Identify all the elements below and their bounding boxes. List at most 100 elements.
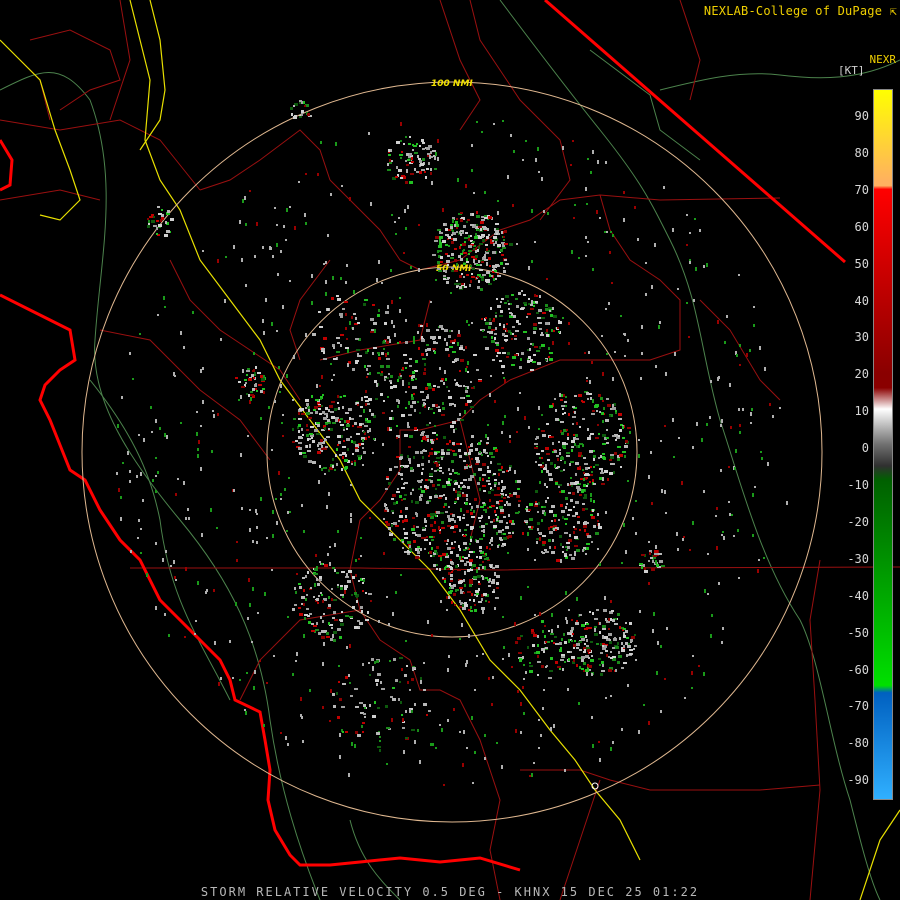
velocity-echo-pixel [340, 316, 343, 318]
velocity-echo-pixel [509, 467, 511, 471]
velocity-echo-pixel [453, 453, 457, 456]
velocity-echo-pixel [367, 430, 369, 433]
velocity-echo-pixel [532, 343, 534, 346]
velocity-echo-pixel [362, 447, 364, 449]
velocity-echo-pixel [641, 566, 643, 569]
velocity-echo-pixel [438, 270, 442, 272]
velocity-echo-pixel [185, 567, 187, 571]
velocity-echo-pixel [485, 244, 488, 246]
velocity-echo-pixel [426, 714, 428, 716]
velocity-echo-pixel [589, 380, 591, 384]
velocity-echo-pixel [218, 682, 220, 686]
velocity-echo-pixel [508, 653, 510, 657]
velocity-echo-pixel [387, 352, 389, 355]
velocity-echo-pixel [453, 708, 455, 711]
velocity-echo-pixel [445, 348, 449, 351]
velocity-echo-pixel [554, 514, 557, 517]
velocity-echo-pixel [421, 490, 425, 493]
velocity-echo-pixel [387, 169, 391, 171]
velocity-echo-pixel [405, 136, 407, 138]
velocity-echo-pixel [571, 446, 574, 448]
velocity-echo-pixel [343, 395, 346, 397]
velocity-echo-pixel [293, 355, 295, 359]
velocity-echo-pixel [408, 143, 411, 145]
velocity-echo-pixel [566, 452, 570, 454]
velocity-echo-pixel [261, 378, 265, 381]
velocity-echo-pixel [386, 523, 390, 526]
velocity-echo-pixel [473, 599, 475, 602]
velocity-echo-pixel [541, 457, 543, 459]
velocity-echo-pixel [465, 403, 468, 406]
velocity-echo-pixel [609, 639, 611, 641]
velocity-echo-pixel [470, 539, 472, 542]
velocity-echo-pixel [380, 681, 382, 684]
velocity-echo-pixel [550, 462, 553, 465]
velocity-echo-pixel [482, 257, 484, 260]
velocity-echo-pixel [355, 338, 359, 340]
velocity-echo-pixel [474, 604, 476, 606]
velocity-echo-pixel [570, 630, 573, 633]
velocity-echo-pixel [451, 267, 454, 269]
velocity-echo-pixel [514, 354, 518, 356]
velocity-echo-pixel [494, 333, 497, 335]
velocity-echo-pixel [484, 734, 486, 737]
velocity-echo-pixel [250, 397, 252, 401]
velocity-echo-pixel [597, 548, 599, 550]
velocity-echo-pixel [539, 328, 542, 330]
velocity-echo-pixel [155, 490, 157, 493]
velocity-echo-pixel [502, 471, 505, 473]
velocity-echo-pixel [460, 230, 464, 232]
velocity-echo-pixel [464, 604, 468, 607]
velocity-echo-pixel [491, 329, 495, 331]
velocity-echo-pixel [549, 310, 551, 312]
velocity-echo-pixel [377, 352, 380, 354]
velocity-echo-pixel [355, 449, 359, 452]
velocity-echo-pixel [558, 519, 560, 521]
velocity-echo-pixel [547, 641, 550, 643]
velocity-echo-pixel [400, 375, 402, 377]
velocity-echo-pixel [611, 610, 614, 612]
velocity-echo-pixel [365, 403, 367, 406]
velocity-echo-pixel [533, 634, 537, 637]
velocity-echo-pixel [480, 288, 483, 291]
velocity-echo-pixel [502, 120, 504, 122]
velocity-echo-pixel [503, 497, 506, 499]
velocity-echo-pixel [322, 600, 324, 603]
velocity-echo-pixel [490, 565, 492, 568]
velocity-echo-pixel [466, 258, 468, 261]
velocity-echo-pixel [437, 250, 439, 253]
velocity-echo-pixel [414, 152, 418, 154]
velocity-echo-pixel [482, 561, 484, 563]
velocity-echo-pixel [165, 221, 167, 224]
velocity-echo-pixel [476, 569, 478, 573]
velocity-echo-pixel [438, 245, 442, 248]
velocity-echo-pixel [612, 404, 614, 407]
velocity-echo-pixel [314, 568, 318, 571]
velocity-echo-pixel [358, 626, 360, 628]
velocity-echo-pixel [567, 483, 569, 486]
velocity-echo-pixel [524, 416, 526, 420]
velocity-echo-pixel [440, 557, 442, 561]
velocity-echo-pixel [340, 396, 342, 398]
velocity-echo-pixel [346, 420, 350, 423]
velocity-echo-pixel [489, 393, 491, 397]
product-label: NEXR [869, 53, 897, 66]
velocity-echo-pixel [400, 122, 402, 126]
velocity-echo-pixel [737, 529, 739, 532]
velocity-echo-pixel [427, 383, 431, 386]
velocity-echo-pixel [325, 280, 327, 284]
velocity-echo-pixel [554, 450, 557, 453]
scale-tick-label: 90 [854, 109, 869, 123]
velocity-echo-pixel [513, 150, 515, 153]
velocity-echo-pixel [374, 380, 377, 383]
velocity-echo-pixel [573, 647, 575, 649]
velocity-echo-pixel [585, 553, 587, 555]
velocity-echo-pixel [431, 468, 433, 470]
velocity-echo-pixel [426, 501, 429, 504]
velocity-echo-pixel [380, 393, 383, 396]
velocity-echo-pixel [353, 290, 355, 294]
velocity-echo-pixel [529, 348, 531, 351]
velocity-echo-pixel [503, 533, 506, 535]
velocity-echo-pixel [537, 661, 541, 663]
velocity-echo-pixel [601, 483, 605, 485]
